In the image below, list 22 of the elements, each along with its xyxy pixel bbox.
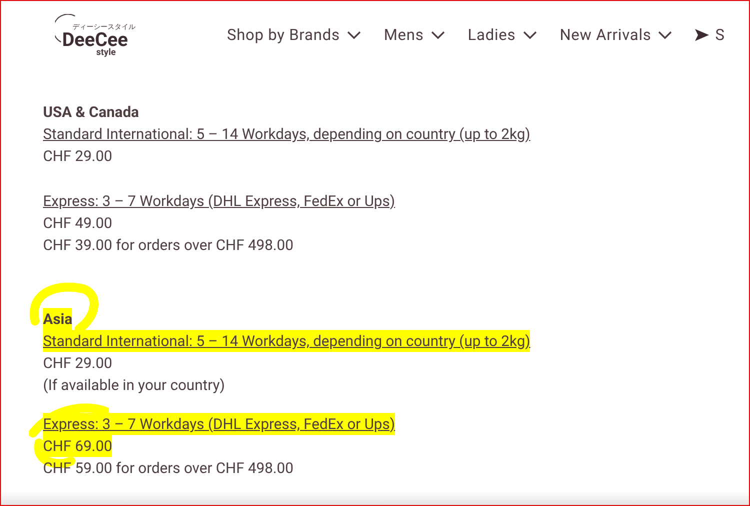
shipping-link[interactable]: Express: 3 – 7 Workdays (DHL Express, FedEx or Ups) [43,413,396,435]
arrow-icon [695,29,710,41]
region-heading: Asia [43,308,72,330]
nav-menu[interactable]: Ladies [468,26,538,44]
nav-menu[interactable]: New Arrivals [560,26,674,44]
nav-menu[interactable]: Shop by Brands [227,26,362,44]
price-text: CHF 29.00 [43,146,112,167]
price-text: (If available in your country) [43,375,225,396]
shipping-link[interactable]: Standard International: 5 – 14 Workdays, depending on country (up to 2kg) [43,330,530,352]
price-text: CHF 49.00 [43,213,112,234]
chevron-down-icon [430,30,446,40]
nav-menu[interactable]: Mens [384,26,446,44]
price-text: CHF 69.00 [43,435,112,457]
price-text: CHF 29.00 [43,353,112,374]
chevron-down-icon [346,30,362,40]
shipping-link[interactable]: Express: 3 – 7 Workdays (DHL Express, FedEx or Ups) [43,190,396,212]
price-text: CHF 39.00 for orders over CHF 498.00 [43,235,294,256]
chevron-down-icon [522,30,538,40]
nav-link[interactable]: S [695,26,725,44]
region-heading: USA & Canada [43,102,139,123]
chevron-down-icon [657,30,674,40]
shipping-link[interactable]: Standard International: 5 – 14 Workdays, depending on country (up to 2kg) [43,123,530,145]
